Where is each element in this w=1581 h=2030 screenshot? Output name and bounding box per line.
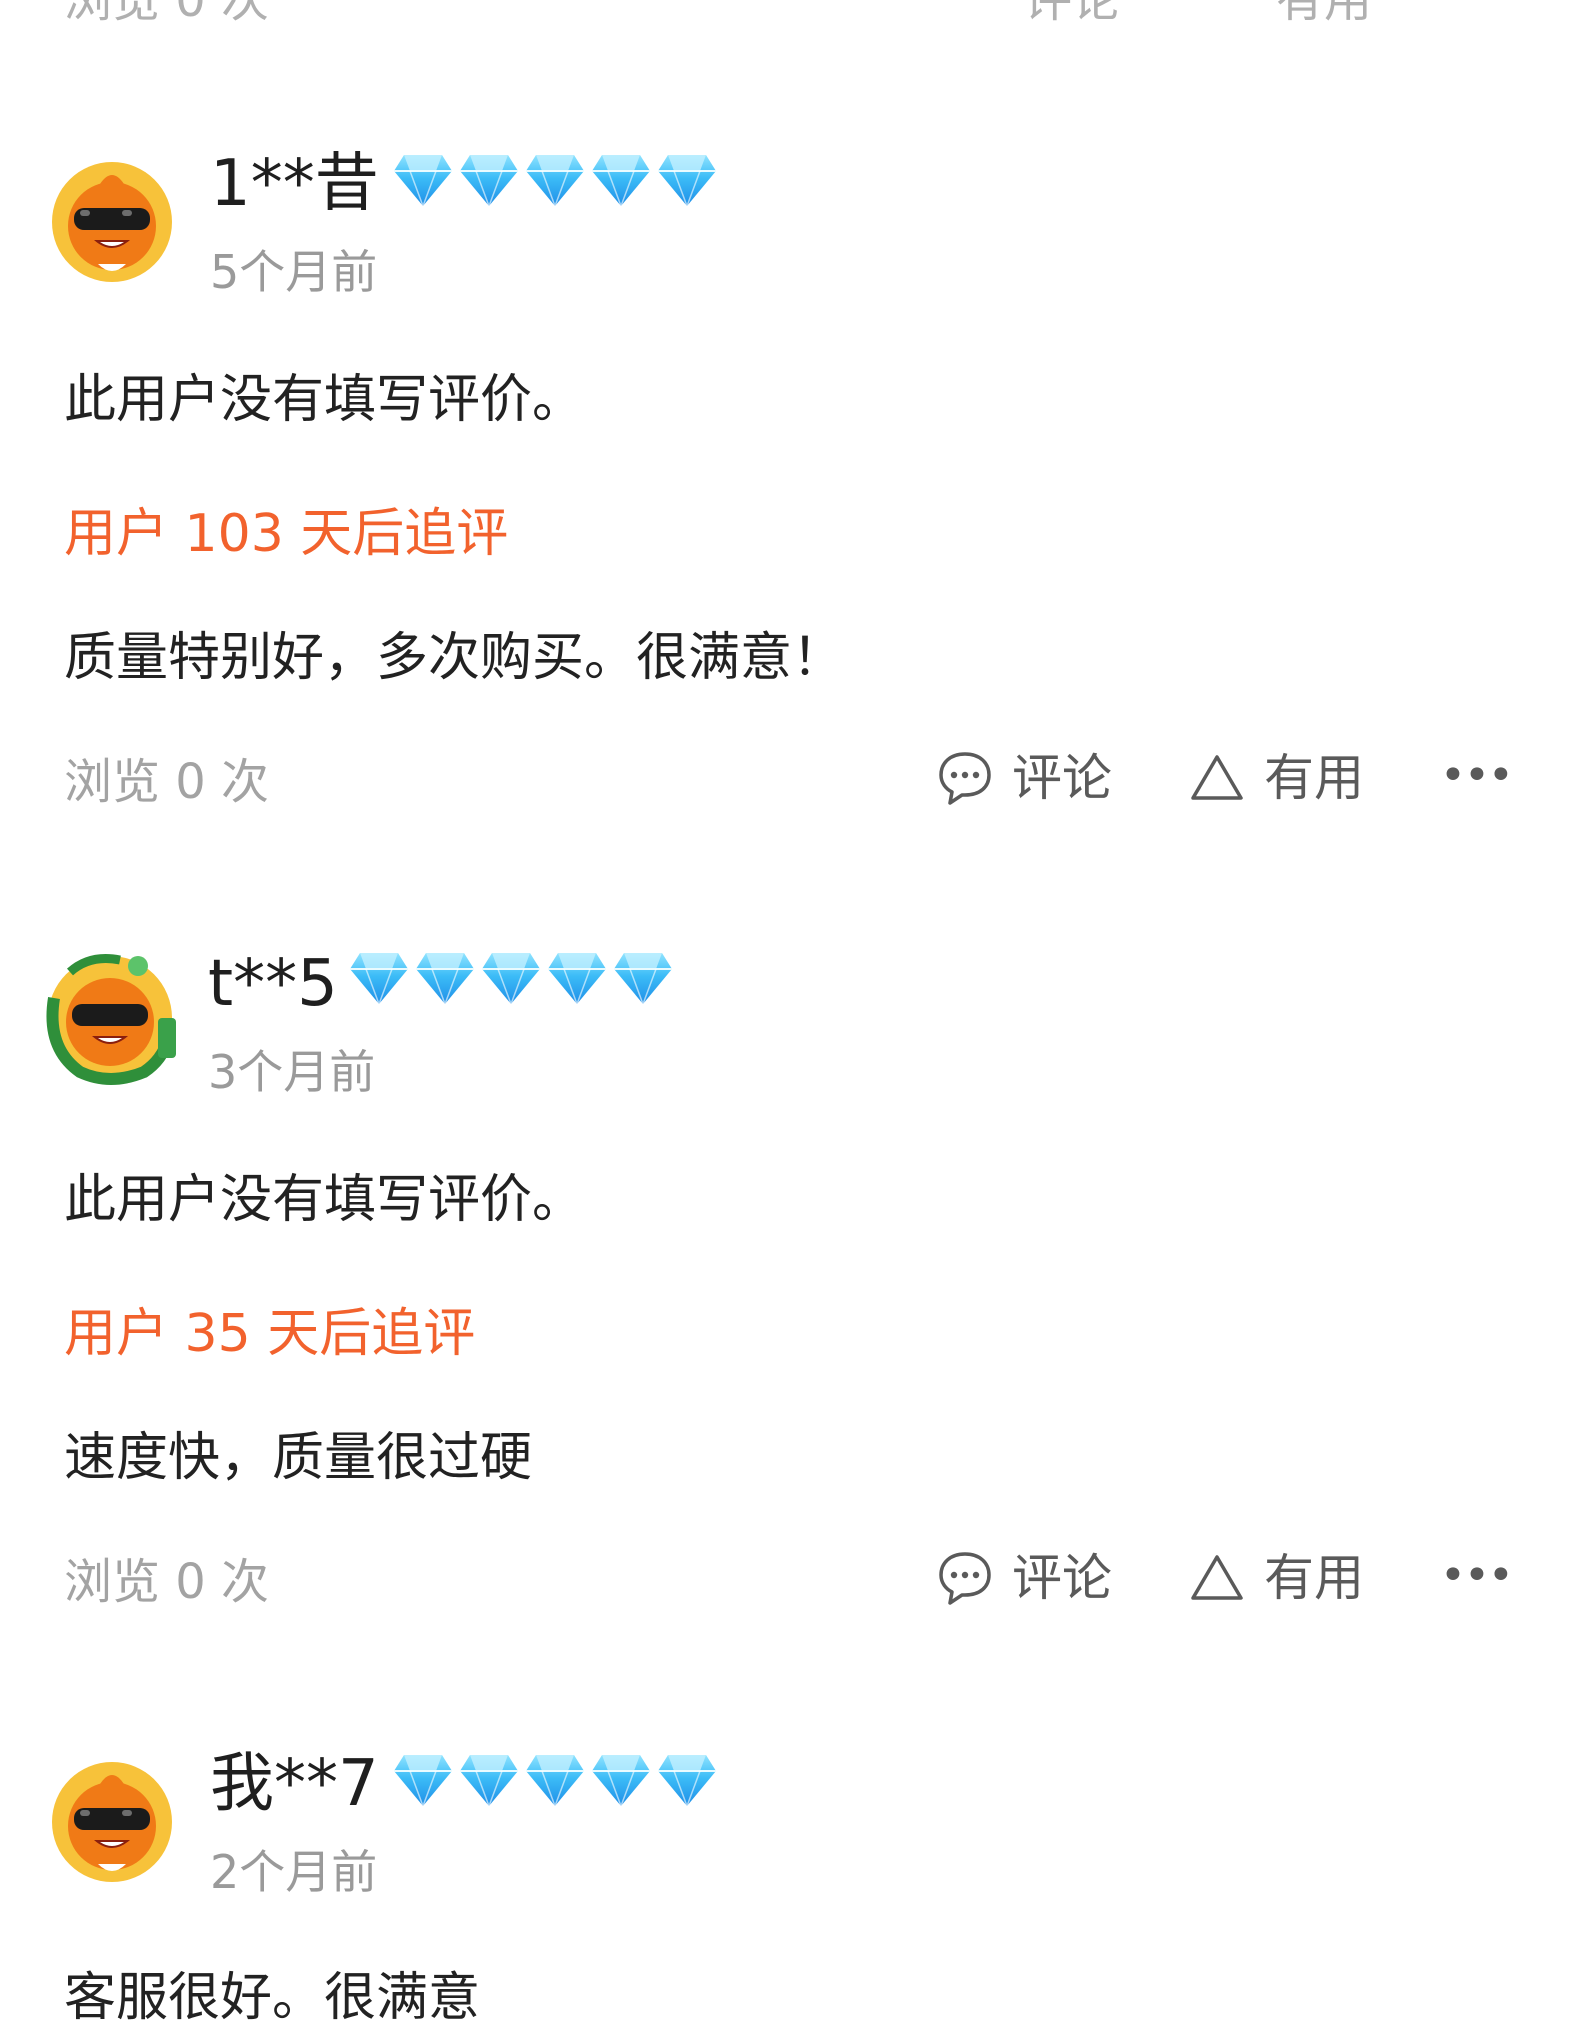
diamond-icon [414, 950, 476, 1006]
diamond-icon [524, 152, 586, 208]
useful-button[interactable]: 有用 [1188, 748, 1364, 808]
diamond-icon [348, 950, 410, 1006]
comment-bubble-icon [939, 752, 991, 805]
diamond-icon [392, 152, 454, 208]
partial-views-text: 浏览 0 次 [64, 0, 270, 28]
comment-bubble-icon [939, 1552, 991, 1605]
diamond-icon [656, 152, 718, 208]
diamond-level [392, 1752, 718, 1808]
diamond-icon [590, 152, 652, 208]
views-count: 浏览 0 次 [64, 754, 270, 810]
user-avatar[interactable] [50, 1760, 174, 1884]
views-count: 浏览 0 次 [64, 1554, 270, 1610]
more-options-button[interactable]: ••• [1440, 750, 1514, 801]
diamond-icon [480, 950, 542, 1006]
followup-content: 质量特别好，多次购买。很满意！ [64, 628, 845, 688]
review-time: 3个月前 [208, 1045, 376, 1099]
triangle-icon [1191, 755, 1243, 800]
comment-label: 评论 [1012, 1549, 1112, 1607]
more-options-button[interactable]: ••• [1440, 1550, 1514, 1601]
followup-label: 用户 35 天后追评 [64, 1304, 476, 1364]
comment-button[interactable]: 评论 [936, 748, 1112, 808]
comment-label: 评论 [1012, 749, 1112, 807]
diamond-icon [458, 152, 520, 208]
partial-comment-text[interactable]: 评论 [1024, 0, 1120, 30]
review-time: 5个月前 [210, 245, 378, 299]
triangle-icon [1191, 1555, 1243, 1600]
username[interactable]: 我**7 [210, 1746, 379, 1822]
followup-label: 用户 103 天后追评 [64, 504, 509, 564]
diamond-icon [458, 1752, 520, 1808]
useful-label: 有用 [1264, 1549, 1364, 1607]
username[interactable]: 1**昔 [210, 146, 379, 222]
diamond-icon [546, 950, 608, 1006]
diamond-icon [612, 950, 674, 1006]
useful-label: 有用 [1264, 749, 1364, 807]
comment-button[interactable]: 评论 [936, 1548, 1112, 1608]
user-avatar-with-frame[interactable] [40, 948, 184, 1088]
followup-content: 速度快，质量很过硬 [64, 1428, 533, 1488]
partial-useful-text[interactable]: 有用 [1276, 0, 1372, 30]
review-content: 此用户没有填写评价。 [64, 1170, 585, 1230]
diamond-icon [524, 1752, 586, 1808]
review-content: 客服很好。很满意 [64, 1968, 481, 2028]
diamond-level [348, 950, 674, 1006]
user-avatar[interactable] [50, 160, 174, 284]
diamond-level [392, 152, 718, 208]
review-time: 2个月前 [210, 1845, 378, 1899]
diamond-icon [392, 1752, 454, 1808]
diamond-icon [656, 1752, 718, 1808]
username[interactable]: t**5 [208, 946, 338, 1022]
useful-button[interactable]: 有用 [1188, 1548, 1364, 1608]
review-content: 此用户没有填写评价。 [64, 370, 585, 430]
diamond-icon [590, 1752, 652, 1808]
